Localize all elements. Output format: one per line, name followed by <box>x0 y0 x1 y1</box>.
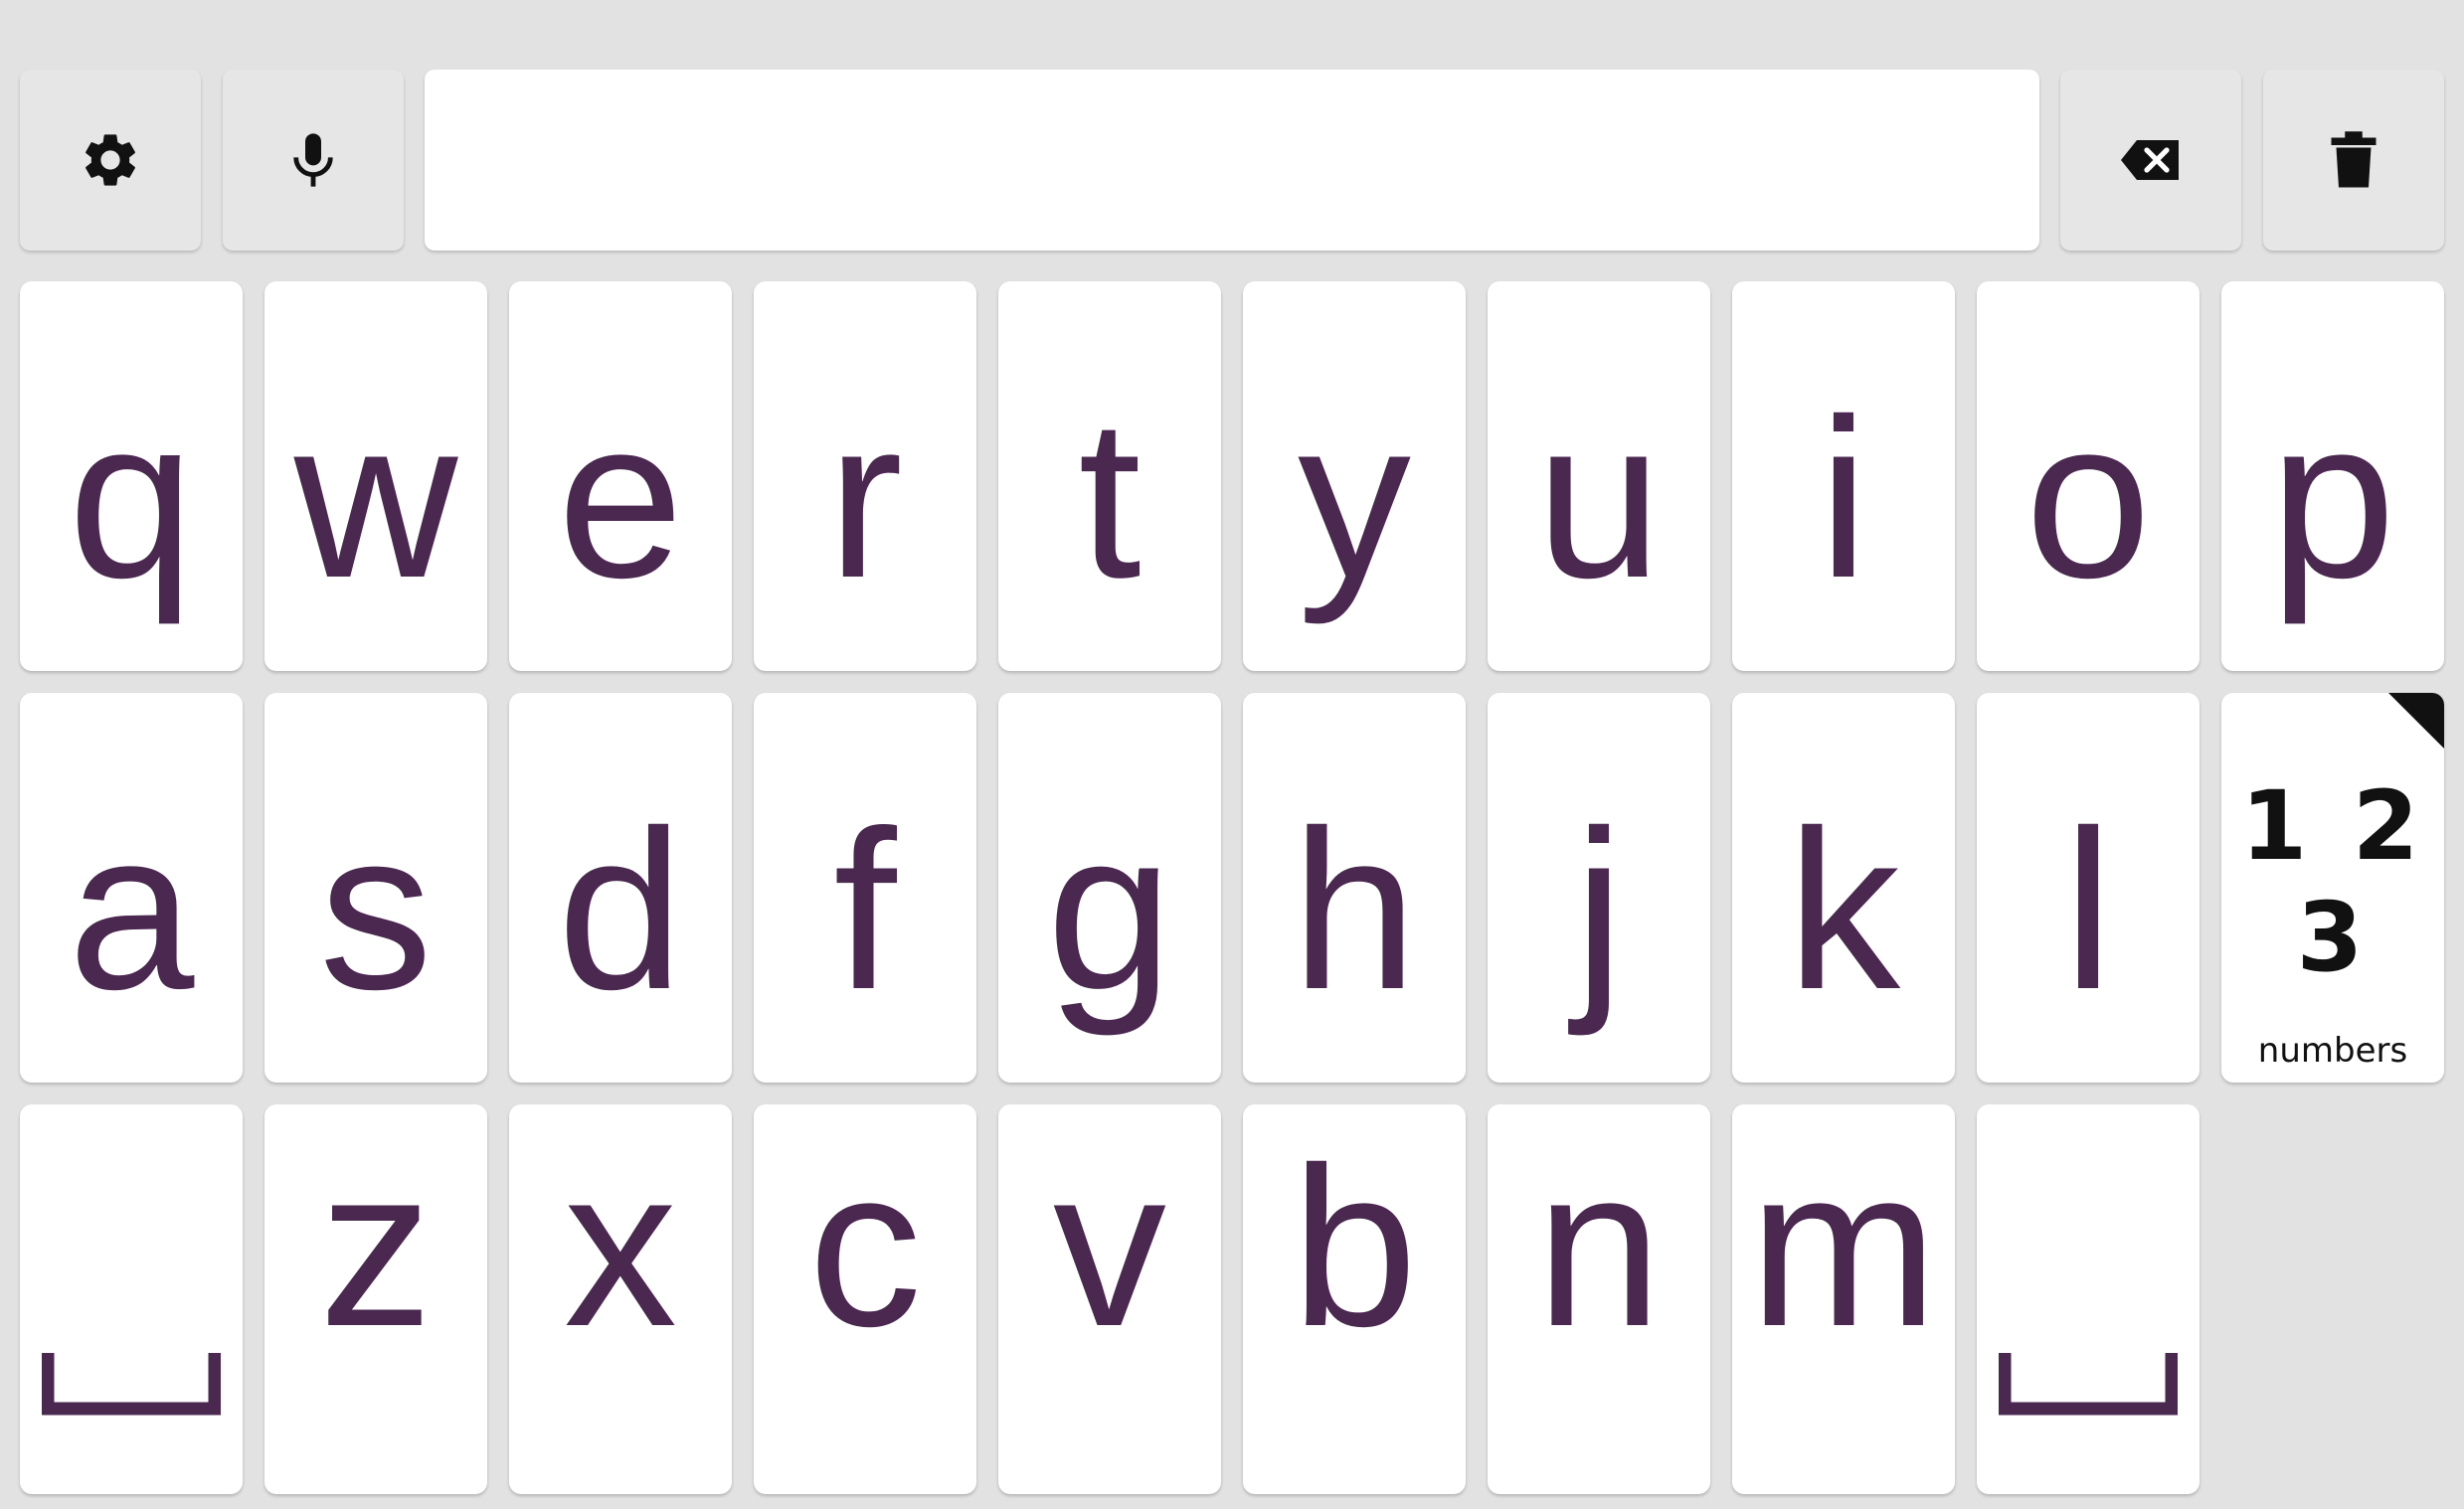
key-g[interactable]: g <box>998 693 1221 1083</box>
key-label: h <box>1291 784 1418 1037</box>
trash-icon <box>2328 130 2379 190</box>
key-label: u <box>1535 373 1663 625</box>
key-label: f <box>833 784 897 1037</box>
key-h[interactable]: h <box>1243 693 1466 1083</box>
key-a[interactable]: a <box>20 693 243 1083</box>
numbers-glyph: 1 2 3 <box>2240 770 2425 993</box>
key-label: z <box>319 1121 433 1374</box>
key-label: c <box>808 1121 922 1374</box>
corner-flag-icon <box>2388 693 2444 749</box>
key-q[interactable]: q <box>20 281 243 671</box>
key-d[interactable]: d <box>509 693 732 1083</box>
key-x[interactable]: x <box>509 1104 732 1494</box>
key-label: e <box>557 373 684 625</box>
key-label: p <box>2269 373 2396 625</box>
key-label: n <box>1535 1121 1663 1374</box>
key-label: q <box>68 373 195 625</box>
key-label: b <box>1291 1121 1418 1374</box>
key-label: y <box>1298 373 1411 625</box>
key-o[interactable]: o <box>1977 281 2200 671</box>
key-z[interactable]: z <box>264 1104 487 1494</box>
key-c[interactable]: c <box>754 1104 976 1494</box>
key-label: r <box>827 373 903 625</box>
microphone-button[interactable] <box>223 70 404 251</box>
text-display[interactable] <box>425 70 2039 251</box>
key-s[interactable]: s <box>264 693 487 1083</box>
key-label: t <box>1078 373 1142 625</box>
key-label: a <box>68 784 195 1037</box>
key-label: v <box>1053 1121 1166 1374</box>
key-t[interactable]: t <box>998 281 1221 671</box>
key-p[interactable]: p <box>2221 281 2444 671</box>
space-key-left[interactable] <box>20 1104 243 1494</box>
key-label: k <box>1787 784 1900 1037</box>
gear-icon <box>79 128 142 192</box>
space-icon <box>41 1353 222 1422</box>
microphone-icon <box>281 124 345 196</box>
key-l[interactable]: l <box>1977 693 2200 1083</box>
space-key-right[interactable] <box>1977 1104 2200 1494</box>
key-label: l <box>2062 784 2114 1037</box>
key-label: g <box>1046 784 1173 1037</box>
key-label: x <box>564 1121 677 1374</box>
key-i[interactable]: i <box>1732 281 1955 671</box>
key-f[interactable]: f <box>754 693 976 1083</box>
key-r[interactable]: r <box>754 281 976 671</box>
key-m[interactable]: m <box>1732 1104 1955 1494</box>
key-j[interactable]: j <box>1488 693 1710 1083</box>
backspace-button[interactable] <box>2060 70 2241 251</box>
key-b[interactable]: b <box>1243 1104 1466 1494</box>
key-label: w <box>293 373 458 625</box>
key-u[interactable]: u <box>1488 281 1710 671</box>
key-n[interactable]: n <box>1488 1104 1710 1494</box>
space-icon <box>1998 1353 2179 1422</box>
backspace-icon <box>2119 136 2183 184</box>
settings-button[interactable] <box>20 70 201 251</box>
key-label: m <box>1749 1121 1938 1374</box>
key-k[interactable]: k <box>1732 693 1955 1083</box>
key-y[interactable]: y <box>1243 281 1466 671</box>
key-label: o <box>2024 373 2152 625</box>
numbers-label: numbers <box>2257 1031 2408 1071</box>
key-v[interactable]: v <box>998 1104 1221 1494</box>
key-label: d <box>557 784 684 1037</box>
key-e[interactable]: e <box>509 281 732 671</box>
key-label: j <box>1573 784 1625 1037</box>
numbers-key[interactable]: 1 2 3 numbers <box>2221 693 2444 1083</box>
key-w[interactable]: w <box>264 281 487 671</box>
clear-button[interactable] <box>2263 70 2444 251</box>
key-label: s <box>319 784 433 1037</box>
key-label: i <box>1818 373 1869 625</box>
